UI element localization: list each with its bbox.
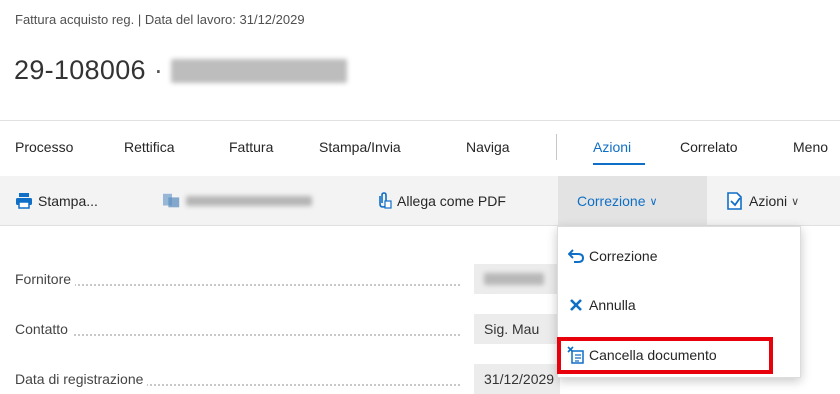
- menu-item-annulla[interactable]: Annulla: [558, 288, 800, 322]
- menu-stampa-invia[interactable]: Stampa/Invia: [319, 139, 401, 155]
- posting-date-value: 31/12/2029: [484, 371, 555, 387]
- undo-icon: [567, 247, 585, 265]
- contact-field[interactable]: Sig. Mau: [474, 314, 560, 344]
- menu-azioni[interactable]: Azioni: [593, 139, 631, 155]
- annulla-label: Annulla: [589, 297, 636, 313]
- action-bar: Stampa... Allega come PDF Correzione ∨ A…: [0, 176, 840, 226]
- field-posting-date: Data di registrazione 31/12/2029: [0, 364, 560, 394]
- leader-dots: [15, 284, 460, 286]
- page-title: 29-108006 ·: [14, 55, 348, 86]
- menu-processo[interactable]: Processo: [15, 139, 73, 155]
- menu-naviga[interactable]: Naviga: [466, 139, 510, 155]
- menu-divider: [556, 134, 557, 160]
- menu-bar: Processo Rettifica Fattura Stampa/Invia …: [0, 120, 840, 176]
- correzione-label: Correzione: [589, 248, 658, 264]
- contact-label: Contatto: [15, 321, 72, 337]
- menu-meno[interactable]: Meno: [793, 139, 828, 155]
- field-contact: Contatto Sig. Mau: [0, 314, 560, 344]
- title-separator: ·: [153, 55, 164, 85]
- leader-dots: [15, 334, 460, 336]
- chevron-down-icon: ∨: [791, 195, 800, 208]
- vendor-label: Fornitore: [15, 271, 76, 287]
- correction-menu-button[interactable]: Correzione ∨: [558, 176, 707, 226]
- menu-item-correzione[interactable]: Correzione: [558, 239, 800, 273]
- menu-correlato[interactable]: Correlato: [680, 139, 738, 155]
- active-tab-underline: [593, 163, 645, 165]
- posting-date-label: Data di registrazione: [15, 371, 148, 387]
- attach-pdf-button[interactable]: Allega come PDF: [374, 176, 506, 226]
- paperclip-icon: [374, 192, 392, 210]
- print-button[interactable]: Stampa...: [15, 176, 98, 226]
- close-icon: [567, 296, 585, 314]
- send-label-redacted: [186, 196, 312, 206]
- menu-rettifica[interactable]: Rettifica: [124, 139, 175, 155]
- highlight-box: [557, 337, 773, 374]
- attach-pdf-label: Allega come PDF: [397, 193, 506, 209]
- vendor-value-redacted: [484, 273, 544, 285]
- actions-menu-label: Azioni: [749, 193, 788, 209]
- document-number: 29-108006: [14, 55, 146, 85]
- printer-icon: [15, 192, 33, 210]
- breadcrumb: Fattura acquisto reg. | Data del lavoro:…: [15, 12, 305, 27]
- posting-date-field[interactable]: 31/12/2029: [474, 364, 560, 394]
- vendor-field[interactable]: [474, 264, 560, 294]
- document-actions-icon: [726, 192, 744, 210]
- send-redacted-button[interactable]: [163, 176, 312, 226]
- contact-value: Sig. Mau: [484, 321, 540, 337]
- vendor-name-redacted: [171, 58, 348, 83]
- menu-fattura[interactable]: Fattura: [229, 139, 273, 155]
- correction-menu-label: Correzione: [577, 193, 646, 209]
- field-vendor: Fornitore: [0, 264, 560, 294]
- document-icon: [163, 192, 181, 210]
- print-label: Stampa...: [38, 193, 98, 209]
- actions-menu-button[interactable]: Azioni ∨: [726, 176, 799, 226]
- chevron-down-icon: ∨: [649, 195, 658, 208]
